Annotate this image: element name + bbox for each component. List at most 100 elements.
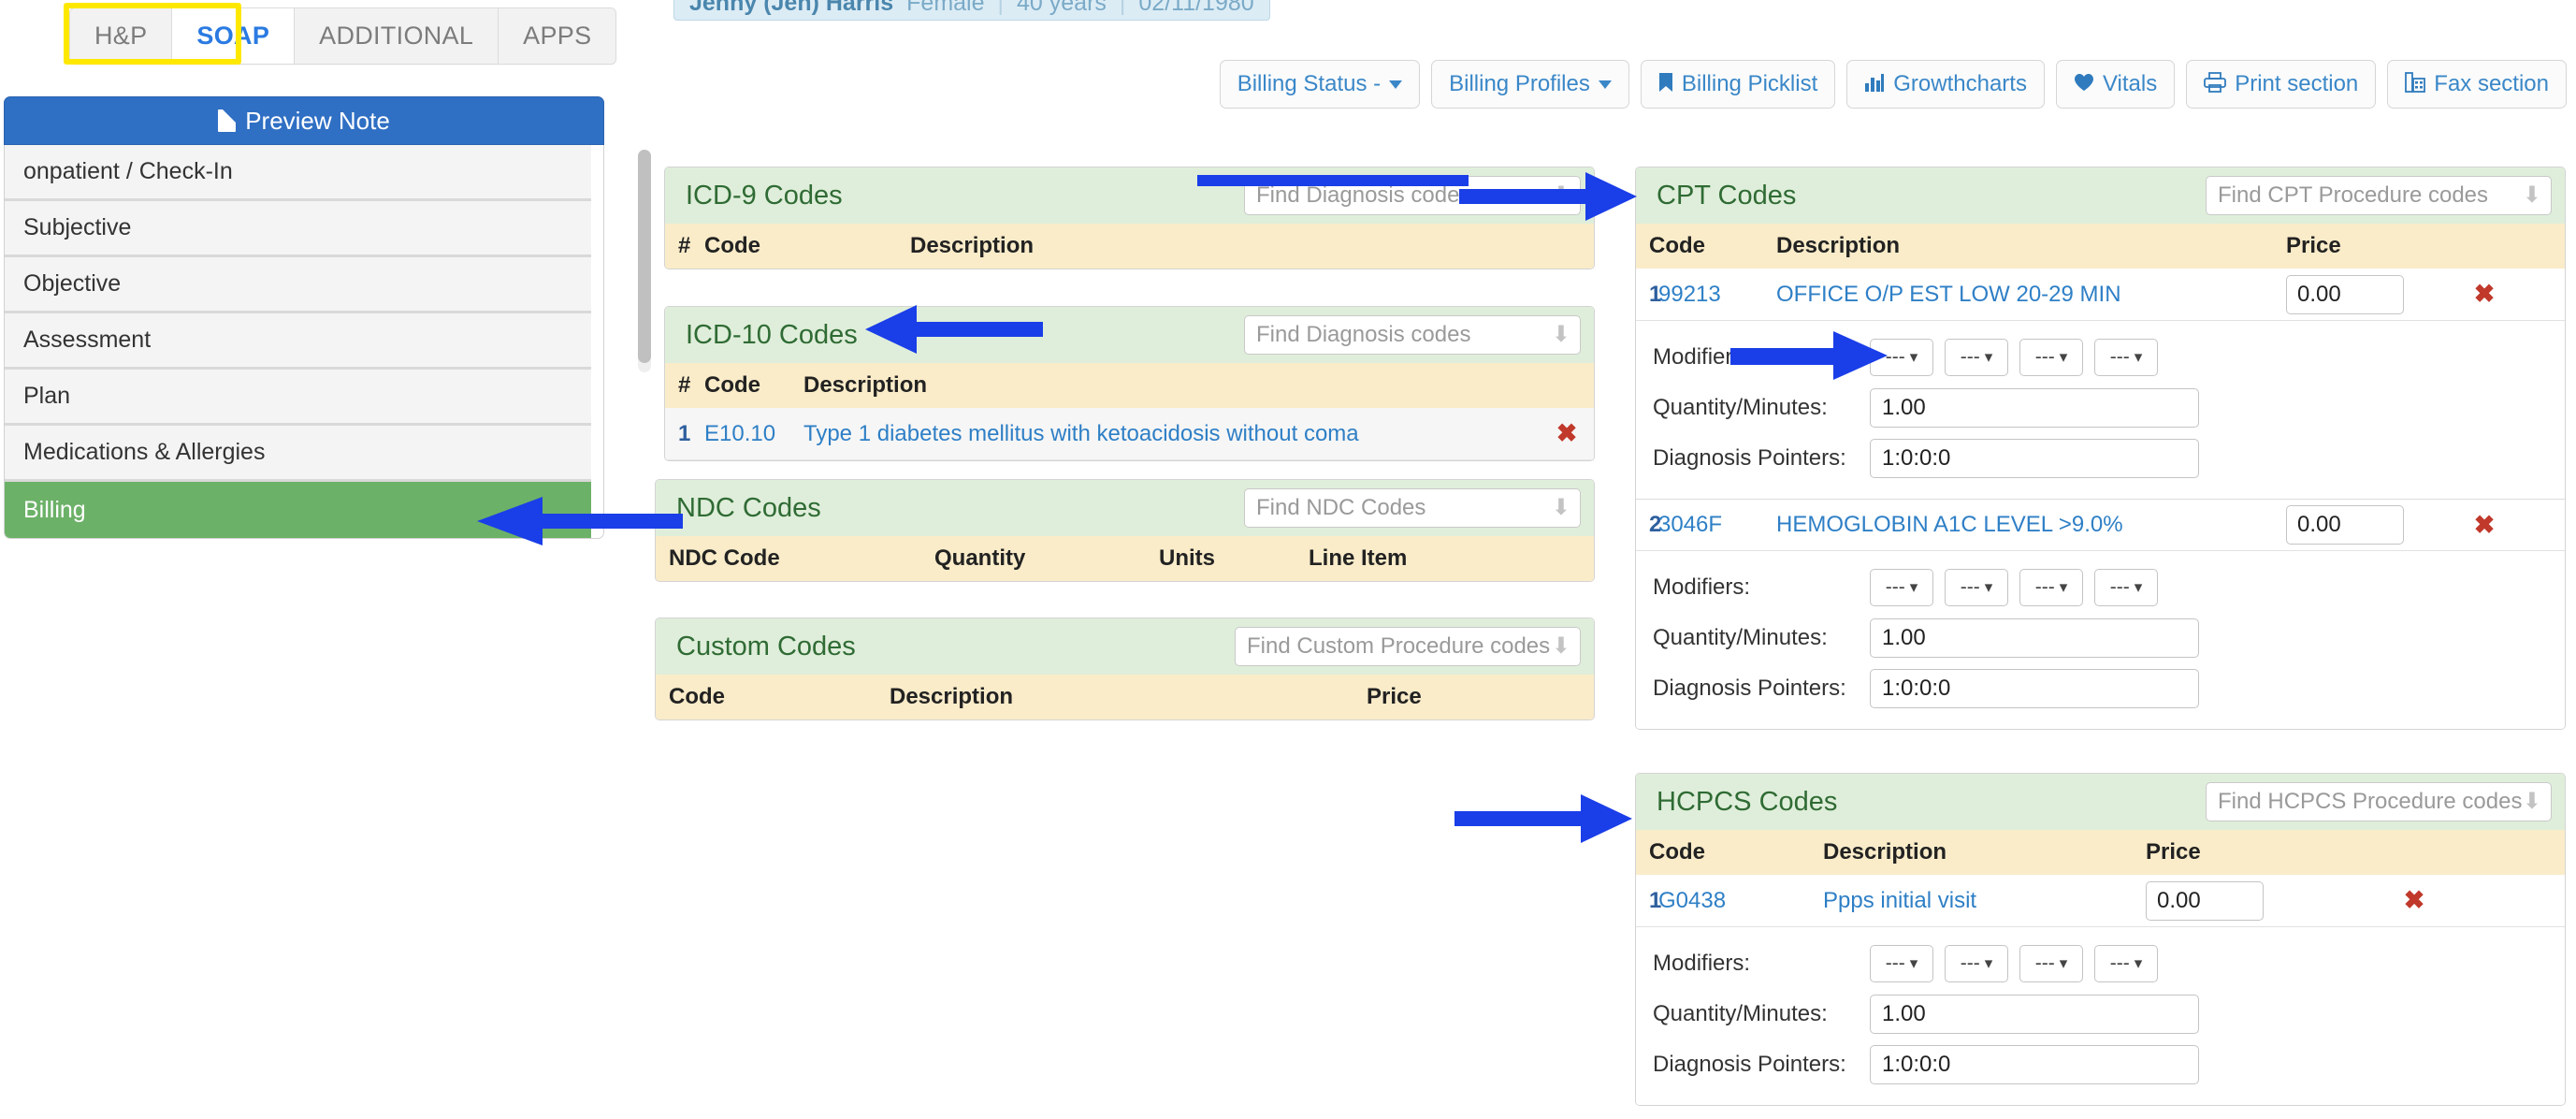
remove-row-icon[interactable]: ✖ bbox=[2264, 886, 2565, 915]
remove-row-icon[interactable]: ✖ bbox=[2404, 511, 2565, 540]
sidebar-scrollbar[interactable] bbox=[638, 150, 651, 372]
column-header-code: Code bbox=[704, 233, 760, 258]
diagnosis-pointers-input[interactable]: 1:0:0:0 bbox=[1870, 439, 2199, 478]
print-section-button[interactable]: Print section bbox=[2186, 60, 2377, 109]
cpt-entry-row[interactable]: 1 99213 OFFICE O/P EST LOW 20-29 MIN 0.0… bbox=[1636, 269, 2565, 321]
bar-chart-icon bbox=[1864, 72, 1885, 96]
hcpcs-codes-panel: HCPCS Codes Find HCPCS Procedure codes ⬇… bbox=[1635, 773, 2566, 1106]
ndc-panel-header: NDC Codes Find NDC Codes ⬇ bbox=[656, 480, 1594, 536]
modifier-select-4[interactable]: --- ▾ bbox=[2094, 339, 2158, 376]
custom-search-input[interactable]: Find Custom Procedure codes ⬇ bbox=[1235, 627, 1581, 666]
remove-row-icon[interactable]: ✖ bbox=[1540, 419, 1594, 448]
row-description[interactable]: Type 1 diabetes mellitus with ketoacidos… bbox=[803, 421, 1540, 447]
chevron-down-icon: ▾ bbox=[1909, 578, 1918, 596]
modifier-select-1[interactable]: --- ▾ bbox=[1870, 569, 1933, 606]
cpt-search-input[interactable]: Find CPT Procedure codes ⬇ bbox=[2206, 176, 2552, 215]
sidebar-item-label: Plan bbox=[23, 383, 71, 409]
tab-soap[interactable]: SOAP bbox=[172, 8, 296, 64]
modifier-select-4[interactable]: --- ▾ bbox=[2094, 569, 2158, 606]
fax-section-button[interactable]: Fax section bbox=[2387, 60, 2567, 109]
patient-name: Jenny (Jen) Harris bbox=[689, 0, 894, 16]
preview-note-button[interactable]: Preview Note bbox=[4, 96, 604, 145]
modifier-select-4[interactable]: --- ▾ bbox=[2094, 945, 2158, 982]
custom-panel-header: Custom Codes Find Custom Procedure codes… bbox=[656, 618, 1594, 675]
row-code[interactable]: 3046F bbox=[1658, 512, 1776, 538]
quantity-row: Quantity/Minutes: 1.00 bbox=[1653, 613, 2565, 663]
modifiers-row: Modifiers: --- ▾ --- ▾ --- ▾ --- ▾ bbox=[1653, 938, 2565, 989]
billing-status-dropdown[interactable]: Billing Status - bbox=[1219, 60, 1421, 109]
sidebar-item-objective[interactable]: Objective bbox=[5, 257, 591, 313]
icd10-column-header: # Code Description bbox=[665, 363, 1594, 408]
billing-profiles-dropdown[interactable]: Billing Profiles bbox=[1431, 60, 1629, 109]
hcpcs-entry-row[interactable]: 1 G0438 Ppps initial visit 0.00 ✖ bbox=[1636, 875, 2565, 927]
row-description[interactable]: OFFICE O/P EST LOW 20-29 MIN bbox=[1776, 282, 2286, 308]
diagnosis-pointers-input[interactable]: 1:0:0:0 bbox=[1870, 1045, 2199, 1084]
sidebar-item-assessment[interactable]: Assessment bbox=[5, 313, 591, 370]
row-code[interactable]: 99213 bbox=[1658, 282, 1776, 308]
tab-additional[interactable]: ADDITIONAL bbox=[295, 8, 499, 64]
icd9-search-input[interactable]: Find Diagnosis codes ⬇ bbox=[1244, 176, 1581, 215]
column-header-description: Description bbox=[910, 233, 1035, 258]
chevron-down-icon: ▾ bbox=[1909, 348, 1918, 366]
patient-banner[interactable]: Jenny (Jen) Harris Female | 40 years | 0… bbox=[673, 0, 1270, 21]
bookmark-icon bbox=[1658, 72, 1673, 96]
billing-toolbar: Billing Status - Billing Profiles Billin… bbox=[1219, 60, 2567, 109]
fax-section-label: Fax section bbox=[2434, 71, 2549, 96]
note-section-list: onpatient / Check-In Subjective Objectiv… bbox=[4, 145, 604, 539]
cpt-price-input[interactable]: 0.00 bbox=[2286, 274, 2404, 314]
quantity-input[interactable]: 1.00 bbox=[1870, 995, 2199, 1034]
icd10-search-placeholder: Find Diagnosis codes bbox=[1256, 322, 1471, 347]
row-num: 2 bbox=[1649, 512, 1662, 537]
chevron-down-icon bbox=[1389, 80, 1403, 89]
modifiers-label: Modifiers: bbox=[1653, 951, 1751, 976]
remove-row-icon[interactable]: ✖ bbox=[2404, 280, 2565, 309]
ndc-search-input[interactable]: Find NDC Codes ⬇ bbox=[1244, 488, 1581, 528]
cpt-column-header: Code Description Price bbox=[1636, 224, 2565, 269]
quantity-label: Quantity/Minutes: bbox=[1653, 625, 1828, 650]
quantity-input[interactable]: 1.00 bbox=[1870, 388, 2199, 428]
diagnosis-pointers-label: Diagnosis Pointers: bbox=[1653, 445, 1846, 471]
sidebar-item-medications-allergies[interactable]: Medications & Allergies bbox=[5, 426, 591, 482]
row-code[interactable]: E10.10 bbox=[704, 421, 803, 447]
modifier-select-2[interactable]: --- ▾ bbox=[1945, 945, 2008, 982]
modifier-value: --- bbox=[1960, 952, 1980, 974]
tab-hp[interactable]: H&P bbox=[70, 8, 173, 64]
table-row[interactable]: 1 E10.10 Type 1 diabetes mellitus with k… bbox=[665, 408, 1594, 460]
hcpcs-entry-details: Modifiers: --- ▾ --- ▾ --- ▾ --- ▾ Quantity/… bbox=[1636, 927, 2565, 1105]
hcpcs-price-input[interactable]: 0.00 bbox=[2146, 880, 2264, 921]
sidebar-item-plan[interactable]: Plan bbox=[5, 370, 591, 426]
diagnosis-pointers-input[interactable]: 1:0:0:0 bbox=[1870, 669, 2199, 708]
custom-search-placeholder: Find Custom Procedure codes bbox=[1247, 633, 1551, 659]
sidebar-scrollbar-thumb[interactable] bbox=[638, 150, 651, 363]
quantity-input[interactable]: 1.00 bbox=[1870, 618, 2199, 658]
tab-apps[interactable]: APPS bbox=[499, 8, 616, 64]
modifier-select-3[interactable]: --- ▾ bbox=[2019, 945, 2083, 982]
row-description[interactable]: Ppps initial visit bbox=[1823, 888, 2146, 914]
column-header-price: Price bbox=[2286, 233, 2341, 258]
chevron-down-icon: ⬇ bbox=[1551, 495, 1570, 520]
modifier-select-3[interactable]: --- ▾ bbox=[2019, 569, 2083, 606]
modifier-select-2[interactable]: --- ▾ bbox=[1945, 569, 2008, 606]
cpt-panel-header: CPT Codes Find CPT Procedure codes ⬇ bbox=[1636, 167, 2565, 224]
growthcharts-button[interactable]: Growthcharts bbox=[1846, 60, 2045, 109]
icd10-search-input[interactable]: Find Diagnosis codes ⬇ bbox=[1244, 315, 1581, 355]
chevron-down-icon: ⬇ bbox=[2522, 789, 2541, 814]
hcpcs-search-input[interactable]: Find HCPCS Procedure codes ⬇ bbox=[2206, 782, 2552, 821]
modifier-value: --- bbox=[2109, 576, 2130, 598]
row-code[interactable]: G0438 bbox=[1658, 888, 1823, 914]
modifier-select-3[interactable]: --- ▾ bbox=[2019, 339, 2083, 376]
row-description[interactable]: HEMOGLOBIN A1C LEVEL >9.0% bbox=[1776, 512, 2286, 538]
modifier-select-1[interactable]: --- ▾ bbox=[1870, 945, 1933, 982]
modifier-select-2[interactable]: --- ▾ bbox=[1945, 339, 2008, 376]
cpt-entry-row[interactable]: 2 3046F HEMOGLOBIN A1C LEVEL >9.0% 0.00 … bbox=[1636, 499, 2565, 551]
billing-picklist-button[interactable]: Billing Picklist bbox=[1640, 60, 1836, 109]
sidebar-item-label: Objective bbox=[23, 270, 122, 297]
divider: | bbox=[1119, 0, 1126, 16]
sidebar-item-onpatient-checkin[interactable]: onpatient / Check-In bbox=[5, 145, 591, 201]
vitals-button[interactable]: Vitals bbox=[2055, 60, 2176, 109]
modifier-select-1[interactable]: --- ▾ bbox=[1870, 339, 1933, 376]
cpt-price-input[interactable]: 0.00 bbox=[2286, 505, 2404, 545]
sidebar-item-subjective[interactable]: Subjective bbox=[5, 201, 591, 257]
column-header-code: Code bbox=[669, 684, 725, 709]
sidebar-item-billing[interactable]: Billing bbox=[5, 482, 591, 538]
